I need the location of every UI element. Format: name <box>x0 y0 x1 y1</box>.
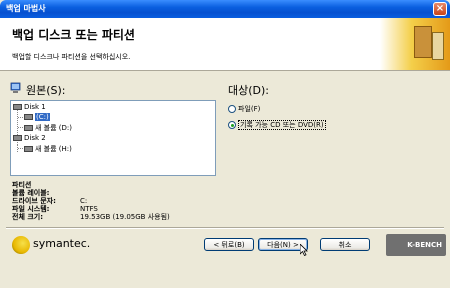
radio-file[interactable]: 파일(F) <box>228 104 260 114</box>
computer-icon <box>10 82 21 93</box>
tree-item-h-drive[interactable]: 새 볼륨 (H:) <box>24 144 72 154</box>
tree-item-disk2[interactable]: Disk 2 <box>13 134 46 142</box>
total-size-label: 전체 크기: <box>12 213 43 221</box>
radio-button-selected-icon[interactable] <box>228 121 236 129</box>
radio-cd-dvd[interactable]: 기록 가능 CD 또는 DVD(R) <box>228 120 326 130</box>
window-title: 백업 마법사 <box>6 4 46 13</box>
tree-item-disk1[interactable]: Disk 1 <box>13 103 46 111</box>
radio-button-icon[interactable] <box>228 105 236 113</box>
backup-wizard-window: 백업 마법사 × 백업 디스크 또는 파티션 백업할 디스크나 파티션을 선택하… <box>0 0 450 288</box>
hard-disk-icon <box>13 135 22 141</box>
destination-label: 대상(D): <box>228 84 269 97</box>
file-system-value: NTFS <box>80 205 98 213</box>
partition-info-labels: 파티션 볼륨 레이블: 드라이브 문자: 파일 시스템: 전체 크기: <box>12 181 56 221</box>
file-system-label: 파일 시스템: <box>12 205 50 213</box>
back-button[interactable]: < 뒤로(B) <box>204 238 254 251</box>
header-illustration <box>380 18 450 70</box>
watermark: K-BENCH <box>386 234 446 256</box>
drive-letter-label: 드라이브 문자: <box>12 197 56 205</box>
total-size-value: 19.53GB (19.05GB 사용됨) <box>80 213 170 221</box>
tree-item-c-drive[interactable]: (C:) <box>24 113 50 121</box>
hard-disk-icon <box>13 104 22 110</box>
source-label: 원본(S): <box>26 84 66 97</box>
box-graphic <box>414 26 432 58</box>
page-description: 백업할 디스크나 파티션을 선택하십시오. <box>12 53 131 61</box>
box-graphic-2 <box>432 32 444 60</box>
title-bar[interactable]: 백업 마법사 × <box>0 0 450 18</box>
tree-item-d-drive[interactable]: 새 볼륨 (D:) <box>24 123 72 133</box>
symantec-logo-icon <box>12 236 30 254</box>
wizard-header: 백업 디스크 또는 파티션 백업할 디스크나 파티션을 선택하십시오. <box>0 18 450 71</box>
partition-icon <box>24 146 33 152</box>
close-button[interactable]: × <box>433 2 447 16</box>
mouse-cursor-icon <box>300 244 308 256</box>
partition-section-title: 파티션 <box>12 181 32 189</box>
page-title: 백업 디스크 또는 파티션 <box>12 28 135 42</box>
partition-info-values: C: NTFS 19.53GB (19.05GB 사용됨) <box>80 189 170 221</box>
drive-letter-value: C: <box>80 197 88 205</box>
footer-divider <box>6 227 444 229</box>
cancel-button[interactable]: 취소 <box>320 238 370 251</box>
source-tree[interactable]: Disk 1 (C:) 새 볼륨 (D:) Disk 2 새 볼륨 (H:) <box>10 100 216 176</box>
partition-icon <box>24 125 33 131</box>
volume-label-value <box>80 189 170 197</box>
volume-label-label: 볼륨 레이블: <box>12 189 50 197</box>
partition-icon <box>24 114 33 120</box>
brand-name: symantec. <box>33 237 91 250</box>
